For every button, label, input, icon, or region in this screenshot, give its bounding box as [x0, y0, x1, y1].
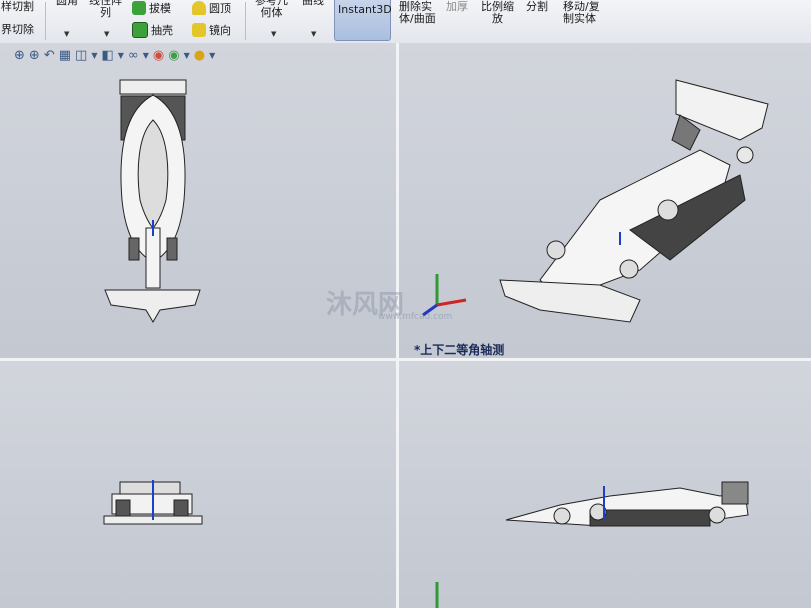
model-graphics	[103, 79, 769, 608]
view-orientation-label: *上下二等角轴测	[414, 343, 505, 357]
car-side-view	[505, 481, 749, 527]
coordinate-triad-icon	[422, 274, 467, 317]
car-isometric-view	[499, 79, 769, 323]
car-top-view	[104, 79, 201, 323]
watermark-url: www.mfcad.com	[378, 312, 453, 322]
car-front-view	[103, 480, 203, 525]
